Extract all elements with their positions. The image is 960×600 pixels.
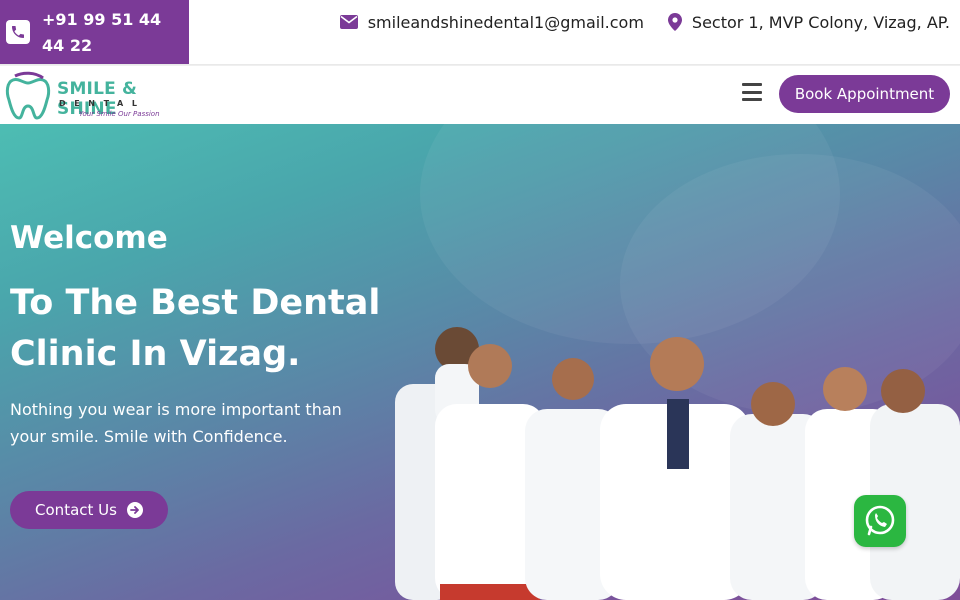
map-pin-icon [667, 13, 682, 31]
contact-us-label: Contact Us [35, 501, 117, 519]
logo[interactable]: SMILE & SHINE DENTAL Your Smile Our Pass… [5, 70, 190, 122]
hero-headline: To The Best Dental Clinic In Vizag. [10, 283, 381, 374]
site-header: SMILE & SHINE DENTAL Your Smile Our Pass… [0, 66, 960, 124]
logo-tagline: Your Smile Our Passion [79, 110, 160, 118]
menu-bar [742, 83, 762, 86]
menu-bar [742, 98, 762, 101]
dental-team-photo [395, 327, 960, 600]
hero-section: Welcome To The Best Dental Clinic In Viz… [0, 124, 960, 600]
hamburger-icon[interactable] [742, 83, 762, 101]
book-appointment-button[interactable]: Book Appointment [779, 75, 950, 113]
arrow-circle-right-icon [126, 502, 143, 518]
address-text: Sector 1, MVP Colony, Vizag, AP. [691, 12, 950, 32]
menu-bar [742, 90, 762, 94]
top-bar: +91 99 51 44 44 22 smileandshinedental1@… [0, 0, 960, 64]
address-item: Sector 1, MVP Colony, Vizag, AP. [667, 12, 950, 32]
envelope-icon [339, 15, 358, 29]
logo-subtitle: DENTAL [59, 99, 146, 108]
email-item[interactable]: smileandshinedental1@gmail.com [339, 13, 644, 32]
top-contact: smileandshinedental1@gmail.com Sector 1,… [339, 10, 950, 34]
phone-number[interactable]: +91 99 51 44 44 22 [42, 7, 182, 59]
hero-tagline: Nothing you wear is more important than … [10, 400, 342, 446]
contact-us-button[interactable]: Contact Us [10, 491, 168, 529]
whatsapp-icon [865, 505, 895, 536]
hero-welcome: Welcome [10, 220, 168, 256]
email-text[interactable]: smileandshinedental1@gmail.com [368, 13, 644, 32]
phone-box[interactable]: +91 99 51 44 44 22 [0, 0, 189, 64]
tooth-logo-icon [5, 71, 51, 120]
whatsapp-button[interactable] [854, 495, 906, 547]
phone-icon [6, 20, 30, 44]
